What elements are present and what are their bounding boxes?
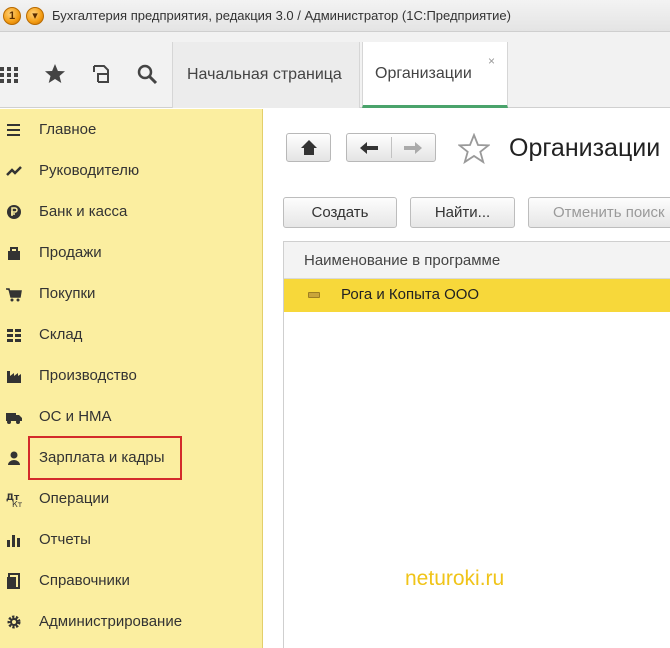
- sidebar-item-label: Склад: [39, 326, 83, 343]
- sidebar: Главное Руководителю Банк и касса Продаж…: [0, 109, 263, 648]
- sidebar-item-sales[interactable]: Продажи: [0, 232, 262, 273]
- sidebar-item-label: Банк и касса: [39, 203, 128, 220]
- sidebar-item-label: Главное: [39, 121, 97, 138]
- table-row[interactable]: Рога и Копыта ООО: [284, 279, 670, 312]
- ruble-coin-icon: [7, 205, 21, 219]
- books-icon: [7, 573, 20, 589]
- sidebar-item-label: ОС и НМА: [39, 408, 112, 425]
- back-forward-group: [346, 133, 436, 162]
- find-button[interactable]: Найти...: [410, 197, 515, 228]
- sidebar-item-reports[interactable]: Отчеты: [0, 519, 262, 560]
- search-icon[interactable]: [135, 62, 159, 86]
- svg-text:Кт: Кт: [12, 500, 22, 507]
- cart-icon: [6, 288, 22, 302]
- create-button[interactable]: Создать: [283, 197, 397, 228]
- sidebar-item-director[interactable]: Руководителю: [0, 150, 262, 191]
- sidebar-item-label: Руководителю: [39, 162, 140, 179]
- warehouse-icon: [7, 329, 21, 342]
- sidebar-item-directories[interactable]: Справочники: [0, 560, 262, 601]
- sidebar-item-salary-hr[interactable]: Зарплата и кадры: [0, 437, 262, 478]
- sidebar-item-bank[interactable]: Банк и касса: [0, 191, 262, 232]
- arrow-right-icon[interactable]: [402, 140, 424, 156]
- toolbar: Начальная страница Организации ×: [0, 32, 670, 108]
- tab-label: Начальная страница: [187, 66, 342, 83]
- home-button[interactable]: [286, 133, 331, 162]
- tab-organizations[interactable]: Организации ×: [362, 42, 508, 108]
- sidebar-item-label: Операции: [39, 490, 110, 507]
- tab-home-page[interactable]: Начальная страница: [172, 42, 360, 108]
- sidebar-item-fixed-assets[interactable]: ОС и НМА: [0, 396, 262, 437]
- shopping-bag-icon: [8, 247, 20, 260]
- apps-grid-icon[interactable]: [0, 62, 24, 86]
- watermark: neturoki.ru: [405, 567, 505, 590]
- main-menu-icon[interactable]: ▾: [26, 7, 44, 25]
- cancel-search-button[interactable]: Отменить поиск: [528, 197, 670, 228]
- sidebar-item-label: Администрирование: [39, 613, 183, 630]
- history-icon[interactable]: [89, 62, 113, 86]
- menu-lines-icon: [7, 124, 20, 136]
- organization-item-icon: [308, 292, 320, 298]
- sidebar-item-label: Отчеты: [39, 531, 91, 548]
- truck-icon: [6, 413, 22, 424]
- factory-icon: [7, 371, 21, 383]
- sidebar-item-label: Покупки: [39, 285, 96, 302]
- tab-label: Организации: [375, 64, 472, 82]
- title-bar: 1 ▾ Бухгалтерия предприятия, редакция 3.…: [0, 0, 670, 32]
- operations-icon: ДтКт: [6, 493, 22, 507]
- window-title: Бухгалтерия предприятия, редакция 3.0 / …: [52, 8, 511, 23]
- favorites-star-icon[interactable]: [43, 62, 67, 86]
- close-icon[interactable]: ×: [488, 54, 495, 68]
- arrow-left-icon[interactable]: [358, 140, 380, 156]
- trend-icon: [6, 166, 22, 176]
- app-logo-icon[interactable]: 1: [3, 7, 21, 25]
- table-cell: Рога и Копыта ООО: [341, 286, 480, 303]
- sidebar-item-administration[interactable]: Администрирование: [0, 601, 262, 642]
- favorite-star-icon[interactable]: [458, 133, 490, 165]
- main-content: Организации Создать Найти... Отменить по…: [264, 109, 670, 648]
- divider: [391, 137, 392, 158]
- bar-chart-icon: [7, 535, 20, 547]
- person-icon: [8, 451, 20, 465]
- page-title: Организации: [509, 134, 661, 162]
- sidebar-item-main[interactable]: Главное: [0, 109, 262, 150]
- column-header[interactable]: Наименование в программе: [284, 242, 670, 279]
- sidebar-item-operations[interactable]: Дт Кт Операции: [0, 478, 262, 519]
- sidebar-item-production[interactable]: Производство: [0, 355, 262, 396]
- sidebar-item-warehouse[interactable]: Склад: [0, 314, 262, 355]
- sidebar-item-label: Зарплата и кадры: [39, 449, 165, 466]
- sidebar-item-label: Справочники: [39, 572, 130, 589]
- sidebar-item-label: Продажи: [39, 244, 102, 261]
- sidebar-item-label: Производство: [39, 367, 137, 384]
- gear-icon: [7, 615, 21, 629]
- home-icon: [301, 140, 317, 155]
- sidebar-item-purchases[interactable]: Покупки: [0, 273, 262, 314]
- column-header-label: Наименование в программе: [304, 252, 501, 269]
